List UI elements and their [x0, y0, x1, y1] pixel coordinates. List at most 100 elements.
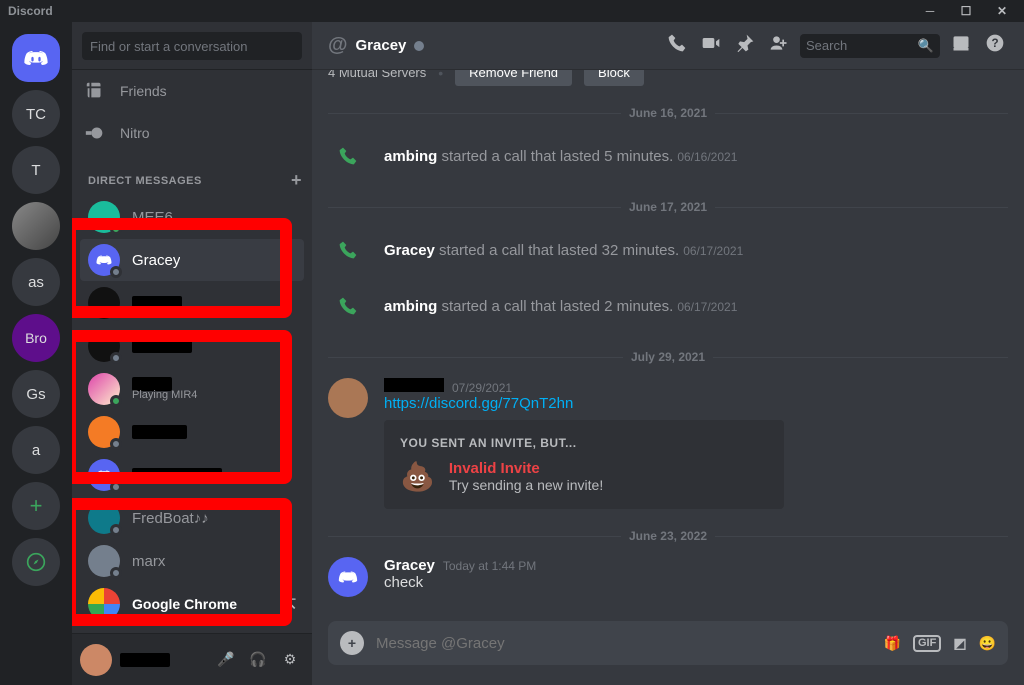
dm-avatar	[88, 244, 120, 276]
chat-input-area: + 🎁 GIF ◩ 😀	[312, 621, 1024, 685]
sticker-button[interactable]: ◩	[953, 635, 966, 652]
dm-avatar	[88, 201, 120, 233]
voice-call-button[interactable]	[664, 33, 690, 58]
dm-search[interactable]: Find or start a conversation	[82, 32, 302, 60]
dm-item[interactable]	[80, 282, 304, 324]
gif-button[interactable]: GIF	[913, 635, 941, 652]
dm-name	[132, 296, 182, 310]
dm-name	[132, 425, 187, 439]
invite-link[interactable]: https://discord.gg/77QnT2hn	[384, 395, 1008, 412]
dm-item[interactable]	[80, 325, 304, 367]
compass-icon	[26, 552, 46, 572]
deafen-button[interactable]: 🎧	[244, 651, 272, 668]
inbox-button[interactable]	[948, 33, 974, 58]
guild-item[interactable]: T	[12, 146, 60, 194]
nitro-tab[interactable]: Nitro	[72, 112, 312, 154]
svg-text:?: ?	[991, 37, 998, 50]
dm-item[interactable]	[80, 454, 304, 496]
dm-name	[132, 468, 222, 482]
dm-item[interactable]: marx	[80, 540, 304, 582]
message: 07/29/2021 https://discord.gg/77QnT2hn Y…	[328, 376, 1008, 517]
chat-header-status	[414, 41, 424, 51]
call-icon	[328, 230, 368, 270]
dm-item[interactable]	[80, 411, 304, 453]
chat-search-placeholder: Search	[806, 38, 847, 53]
self-username	[120, 653, 170, 667]
dm-header: DIRECT MESSAGES +	[72, 154, 312, 195]
dm-scroll: Friends Nitro DIRECT MESSAGES + MEE6Grac…	[72, 70, 312, 633]
dm-name: FredBoat♪♪	[132, 510, 209, 527]
activity-chrome[interactable]: Google Chrome ⇱	[80, 583, 304, 625]
guild-item[interactable]: TC	[12, 90, 60, 138]
dm-search-container: Find or start a conversation	[72, 22, 312, 70]
guild-item[interactable]: as	[12, 258, 60, 306]
video-call-button[interactable]	[698, 33, 724, 58]
close-button[interactable]: ✕	[988, 4, 1016, 18]
dm-avatar	[88, 330, 120, 362]
window-controls: ─ ☐ ✕	[916, 4, 1016, 18]
dm-avatar	[88, 416, 120, 448]
pinned-messages-button[interactable]	[732, 33, 758, 58]
message: GraceyToday at 1:44 PM check	[328, 555, 1008, 605]
search-icon: 🔍	[918, 38, 934, 54]
message-content: check	[384, 574, 1008, 591]
message-avatar[interactable]	[328, 557, 368, 597]
remove-friend-button[interactable]: Remove Friend	[455, 70, 572, 86]
call-entry: Gracey started a call that lasted 32 min…	[328, 226, 1008, 282]
invalid-invite-title: Invalid Invite	[449, 460, 603, 477]
explore-button[interactable]	[12, 538, 60, 586]
date-divider: June 23, 2022	[328, 529, 1008, 543]
mute-button[interactable]: 🎤	[212, 651, 240, 668]
mutual-servers[interactable]: 4 Mutual Servers	[328, 70, 426, 80]
dm-item[interactable]: Playing MIR4	[80, 368, 304, 410]
call-icon	[328, 286, 368, 326]
dm-item[interactable]: Gracey	[80, 239, 304, 281]
date-divider: July 29, 2021	[328, 350, 1008, 364]
dm-header-label: DIRECT MESSAGES	[88, 175, 202, 187]
minimize-button[interactable]: ─	[916, 4, 944, 18]
self-avatar[interactable]	[80, 644, 112, 676]
chat-scroll[interactable]: Gracey This is the beginning of your dir…	[312, 70, 1024, 621]
dm-avatar	[88, 459, 120, 491]
dm-name: marx	[132, 553, 165, 570]
emoji-button[interactable]: 😀	[979, 635, 996, 652]
guild-sidebar: TC Tas Bro Gs a +	[0, 22, 72, 685]
guild-item[interactable]: Bro	[12, 314, 60, 362]
app-title: Discord	[8, 4, 53, 18]
add-friends-button[interactable]	[766, 33, 792, 58]
dm-item[interactable]: FredBoat♪♪	[80, 497, 304, 539]
home-button[interactable]	[12, 34, 60, 82]
guild-item[interactable]: Gs	[12, 370, 60, 418]
invite-embed: YOU SENT AN INVITE, BUT... 💩 Invalid Inv…	[384, 420, 784, 509]
invalid-invite-subtitle: Try sending a new invite!	[449, 477, 603, 493]
settings-button[interactable]: ⚙	[276, 651, 304, 668]
activity-chrome-label: Google Chrome	[132, 596, 237, 612]
help-button[interactable]: ?	[982, 33, 1008, 58]
chat-search[interactable]: Search 🔍	[800, 34, 940, 58]
new-dm-button[interactable]: +	[291, 170, 302, 191]
maximize-button[interactable]: ☐	[952, 4, 980, 18]
message-author[interactable]	[384, 378, 444, 392]
gift-button[interactable]: 🎁	[884, 635, 901, 652]
message-avatar[interactable]	[328, 378, 368, 418]
guild-item[interactable]	[12, 202, 60, 250]
dm-avatar	[88, 545, 120, 577]
add-server-button[interactable]: +	[12, 482, 60, 530]
screen-share-icon[interactable]: ⇱	[284, 596, 296, 613]
nitro-icon	[84, 122, 106, 144]
message-author[interactable]: Gracey	[384, 557, 435, 574]
nitro-label: Nitro	[120, 125, 150, 141]
friends-icon	[84, 80, 106, 102]
message-input[interactable]	[376, 635, 872, 652]
chat-header: @ Gracey Search 🔍 ?	[312, 22, 1024, 70]
message-input-box: + 🎁 GIF ◩ 😀	[328, 621, 1008, 665]
dm-name	[132, 339, 192, 353]
attach-button[interactable]: +	[340, 631, 364, 655]
friends-tab[interactable]: Friends	[72, 70, 312, 112]
block-button[interactable]: Block	[584, 70, 644, 86]
chrome-icon	[88, 588, 120, 620]
dm-search-placeholder: Find or start a conversation	[90, 39, 248, 54]
discord-logo-icon	[22, 44, 50, 72]
dm-item[interactable]: MEE6	[80, 196, 304, 238]
guild-item[interactable]: a	[12, 426, 60, 474]
